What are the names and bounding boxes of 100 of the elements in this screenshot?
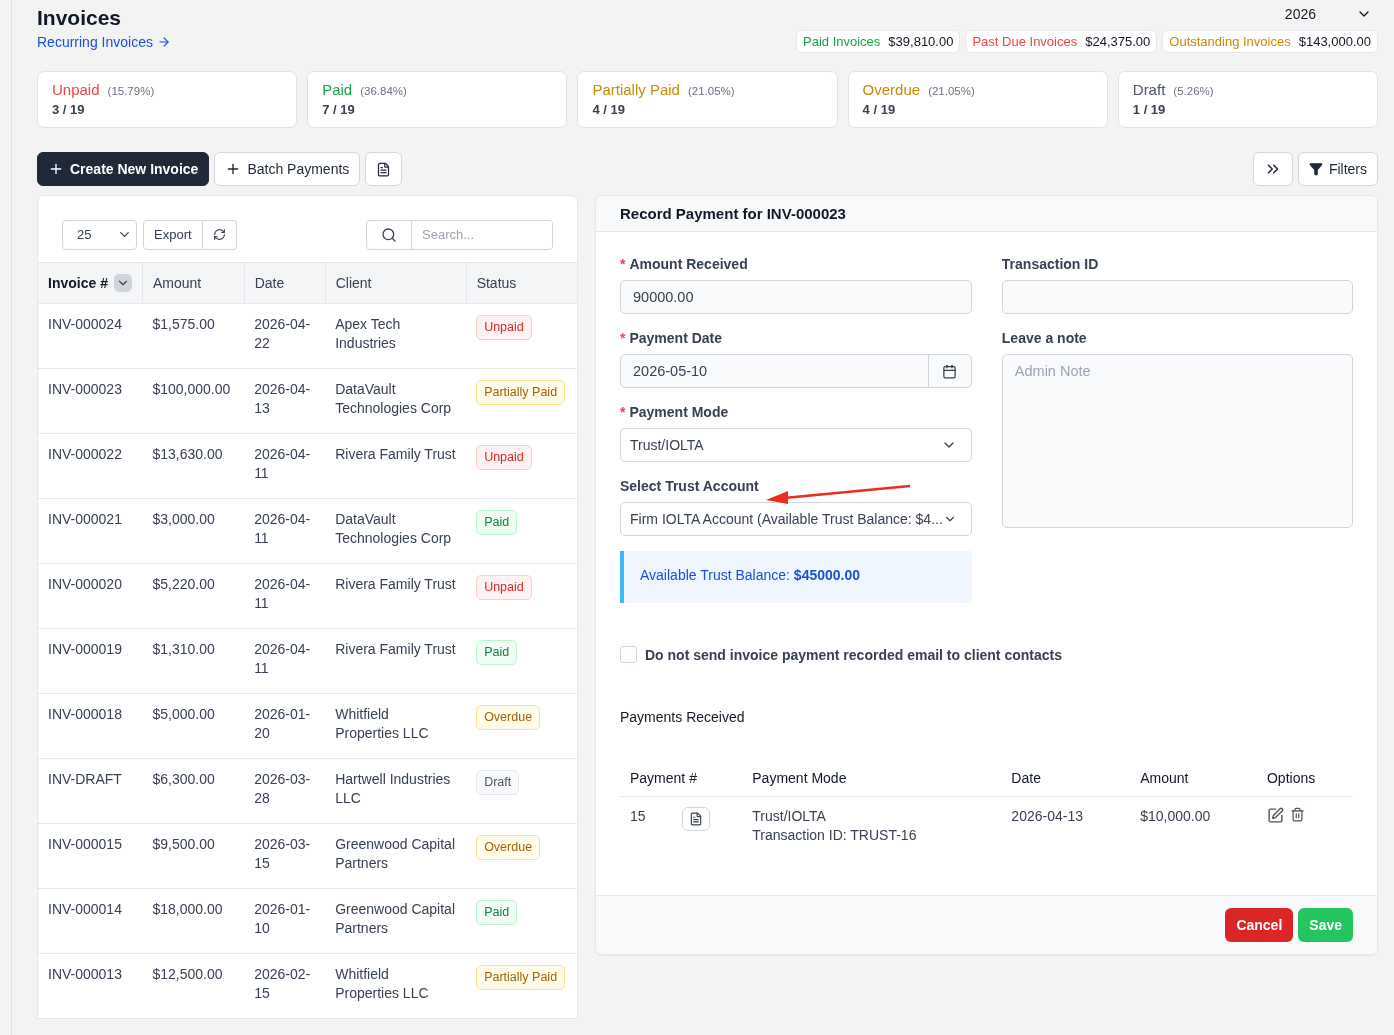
- table-cell: 2026-01-10: [244, 888, 326, 954]
- table-cell: Greenwood Capital Partners: [325, 888, 467, 954]
- status-label: Overdue: [862, 81, 921, 98]
- total-label: Paid Invoices: [803, 34, 881, 49]
- table-cell: $9,500.00: [142, 823, 245, 889]
- status-count: 3 / 19: [52, 102, 86, 117]
- column-header: Payment #: [620, 760, 743, 797]
- status-card[interactable]: Paid (36.84%) 7 / 19: [307, 71, 568, 128]
- table-cell: Rivera Family Trust: [325, 563, 467, 629]
- status-card[interactable]: Overdue (21.05%) 4 / 19: [847, 71, 1108, 128]
- field-label: Leave a note: [1001, 330, 1087, 346]
- batch-payments-button[interactable]: Batch Payments: [214, 152, 361, 186]
- document-icon: [689, 812, 704, 826]
- table-cell: 2026-03-15: [244, 823, 326, 889]
- trust-account-select[interactable]: Firm IOLTA Account (Available Trust Balance: $4...: [620, 502, 972, 536]
- page-size-select[interactable]: 25: [62, 219, 137, 250]
- column-header[interactable]: Date: [244, 262, 326, 304]
- table-cell: 2026-03-28: [244, 758, 326, 824]
- status-count: 7 / 19: [322, 102, 356, 117]
- status-count: 1 / 19: [1132, 102, 1167, 117]
- panel-title: Record Payment for INV-000023: [596, 196, 1377, 232]
- status-label: Unpaid: [52, 81, 100, 98]
- status-badge: Draft: [476, 770, 520, 795]
- invoice-number[interactable]: INV-000019: [38, 628, 143, 694]
- total-label: Past Due Invoices: [972, 34, 1078, 49]
- create-invoice-button[interactable]: Create New Invoice: [37, 152, 210, 186]
- status-percent: (15.79%): [107, 85, 155, 97]
- search-field[interactable]: Search...: [366, 219, 553, 250]
- status-label: Draft: [1132, 81, 1166, 98]
- table-cell: 15: [620, 796, 673, 865]
- table-cell: 2026-04-11: [244, 628, 326, 694]
- table-cell: 2026-04-13: [1001, 796, 1131, 865]
- status-badge: Unpaid: [476, 315, 532, 340]
- table-cell: 2026-04-11: [244, 433, 326, 499]
- invoice-number[interactable]: INV-000024: [38, 303, 143, 369]
- payment-mode-select[interactable]: Trust/IOLTA: [620, 428, 972, 462]
- status-count: 4 / 19: [862, 102, 897, 117]
- refresh-button[interactable]: [202, 219, 237, 250]
- section-title: Payments Received: [620, 709, 746, 725]
- invoice-number[interactable]: INV-000020: [38, 563, 143, 629]
- page-title: Invoices: [37, 6, 123, 30]
- cancel-button[interactable]: Cancel: [1225, 908, 1294, 942]
- status-label: Partially Paid: [592, 81, 680, 98]
- transaction-id-field[interactable]: [1001, 280, 1353, 314]
- table-cell: $3,000.00: [142, 498, 245, 564]
- filters-button[interactable]: Filters: [1297, 152, 1378, 186]
- invoice-number[interactable]: INV-000023: [38, 368, 143, 434]
- table-cell: $5,220.00: [142, 563, 245, 629]
- table-cell: $5,000.00: [142, 693, 245, 759]
- refresh-icon: [212, 228, 226, 241]
- column-header[interactable]: Status: [466, 262, 577, 304]
- status-percent: (21.05%): [928, 85, 975, 97]
- column-header: Date: [1001, 760, 1131, 797]
- sort-toggle[interactable]: [113, 274, 132, 292]
- table-cell: Hartwell Industries LLC: [325, 758, 467, 824]
- table-cell: Greenwood Capital Partners: [325, 823, 467, 889]
- expand-button[interactable]: [1252, 152, 1293, 186]
- edit-icon[interactable]: [1266, 807, 1284, 824]
- delete-icon[interactable]: [1289, 807, 1305, 822]
- total-amount: $24,375.00: [1085, 34, 1151, 49]
- pdf-button[interactable]: [682, 807, 711, 831]
- invoice-number[interactable]: INV-DRAFT: [38, 758, 143, 824]
- status-card[interactable]: Unpaid (15.79%) 3 / 19: [37, 71, 298, 128]
- invoice-number[interactable]: INV-000014: [38, 888, 143, 954]
- table-cell: Rivera Family Trust: [325, 433, 467, 499]
- table-cell: $18,000.00: [142, 888, 245, 954]
- document-icon: [376, 161, 392, 177]
- invoice-number[interactable]: INV-000015: [38, 823, 143, 889]
- checkbox[interactable]: [620, 646, 637, 663]
- table-cell: Apex Tech Industries: [325, 303, 467, 369]
- status-card[interactable]: Partially Paid (21.05%) 4 / 19: [577, 71, 838, 128]
- column-header[interactable]: Amount: [142, 262, 245, 304]
- pdf-button[interactable]: [365, 152, 403, 186]
- export-button[interactable]: Export: [143, 219, 203, 250]
- table-cell: $13,630.00: [142, 433, 245, 499]
- table-cell: 2026-04-22: [244, 303, 326, 369]
- total-label: Outstanding Invoices: [1169, 34, 1291, 49]
- invoice-number[interactable]: INV-000022: [38, 433, 143, 499]
- column-header[interactable]: Invoice #: [38, 262, 143, 304]
- table-cell: $6,300.00: [142, 758, 245, 824]
- column-header: Amount: [1130, 760, 1257, 797]
- status-badge: Overdue: [476, 705, 541, 730]
- column-header: Payment Mode: [742, 760, 1002, 797]
- status-badge: Overdue: [476, 835, 541, 860]
- status-label: Paid: [322, 81, 353, 98]
- column-header: Options: [1256, 760, 1353, 797]
- status-count: 4 / 19: [592, 102, 626, 117]
- recurring-invoices-link[interactable]: Recurring Invoices: [37, 34, 171, 50]
- date-field[interactable]: 2026-05-10: [620, 354, 972, 388]
- table-cell-text: Transaction ID: TRUST-16: [752, 826, 918, 845]
- calendar-icon: [942, 363, 958, 379]
- checkbox-label: Do not send invoice payment recorded email to client contacts: [645, 646, 1062, 663]
- column-header[interactable]: Client: [325, 262, 467, 304]
- invoice-number[interactable]: INV-000013: [38, 953, 143, 1018]
- plus-icon: [48, 161, 64, 177]
- invoice-number[interactable]: INV-000018: [38, 693, 143, 759]
- amount-field[interactable]: 90000.00: [620, 280, 972, 314]
- status-card[interactable]: Draft (5.26%) 1 / 19: [1117, 71, 1378, 128]
- year-select[interactable]: 2026: [1284, 0, 1378, 24]
- invoice-number[interactable]: INV-000021: [38, 498, 143, 564]
